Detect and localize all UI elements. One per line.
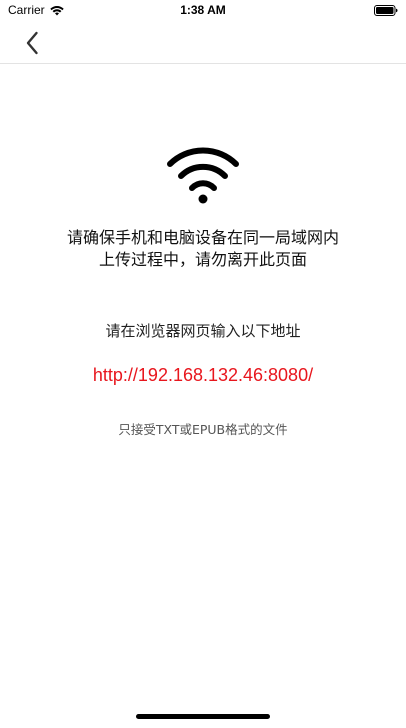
server-url-text[interactable]: http://192.168.132.46:8080/	[0, 362, 406, 388]
browser-hint-text: 请在浏览器网页输入以下地址	[105, 322, 301, 340]
back-button[interactable]	[18, 28, 46, 58]
stay-on-page-instruction-text: 上传过程中，请勿离开此页面	[98, 250, 307, 269]
status-time: 1:38 AM	[180, 3, 226, 17]
lan-instruction-text: 请确保手机和电脑设备在同一局域网内	[66, 228, 339, 247]
wifi-transfer-screen: Carrier 1:38 AM 请确保手机和电脑设备在同一局域网内 上传过程中，…	[0, 0, 406, 728]
home-indicator	[136, 714, 270, 719]
battery-icon	[374, 5, 398, 16]
wifi-icon	[167, 147, 239, 204]
file-format-note: 只接受TXT或EPUB格式的文件	[118, 422, 288, 437]
nav-bar	[0, 22, 406, 64]
status-bar: Carrier 1:38 AM	[0, 0, 406, 22]
chevron-left-icon	[26, 31, 38, 55]
